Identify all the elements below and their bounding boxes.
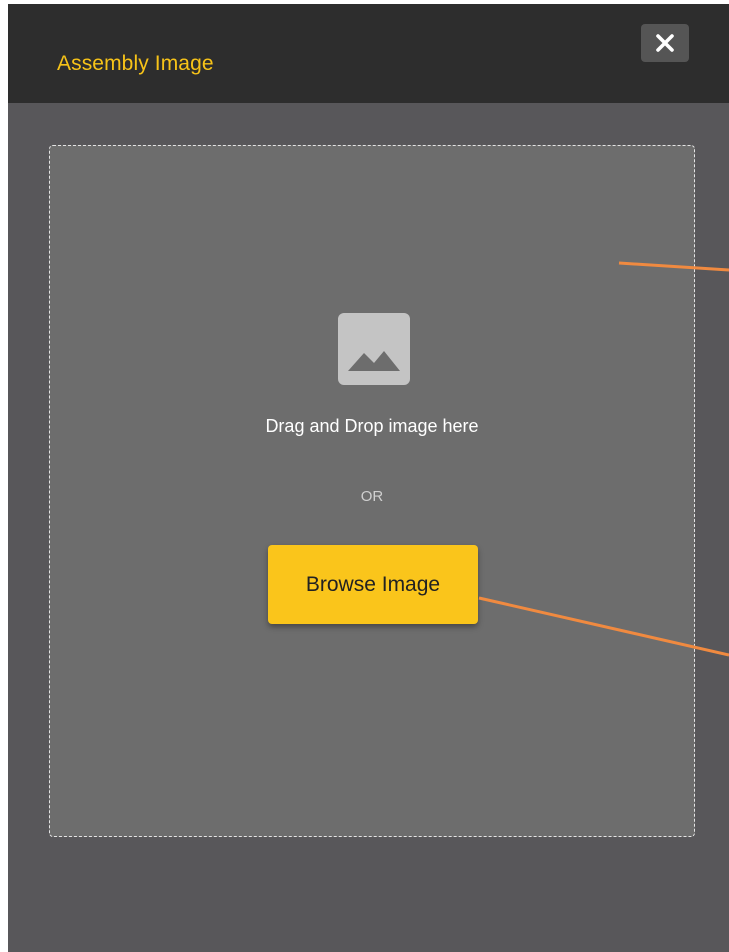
image-icon (338, 313, 410, 385)
assembly-image-dialog: Assembly Image Drag and Drop image here … (8, 4, 729, 952)
dialog-title: Assembly Image (57, 52, 214, 75)
close-icon (656, 34, 674, 52)
close-button[interactable] (641, 24, 689, 62)
or-separator: OR (360, 488, 384, 505)
browse-image-button[interactable]: Browse Image (268, 545, 478, 624)
image-drop-zone[interactable]: Drag and Drop image here OR Browse Image (49, 145, 695, 837)
dialog-header: Assembly Image (8, 4, 729, 103)
drag-drop-label: Drag and Drop image here (265, 416, 479, 436)
